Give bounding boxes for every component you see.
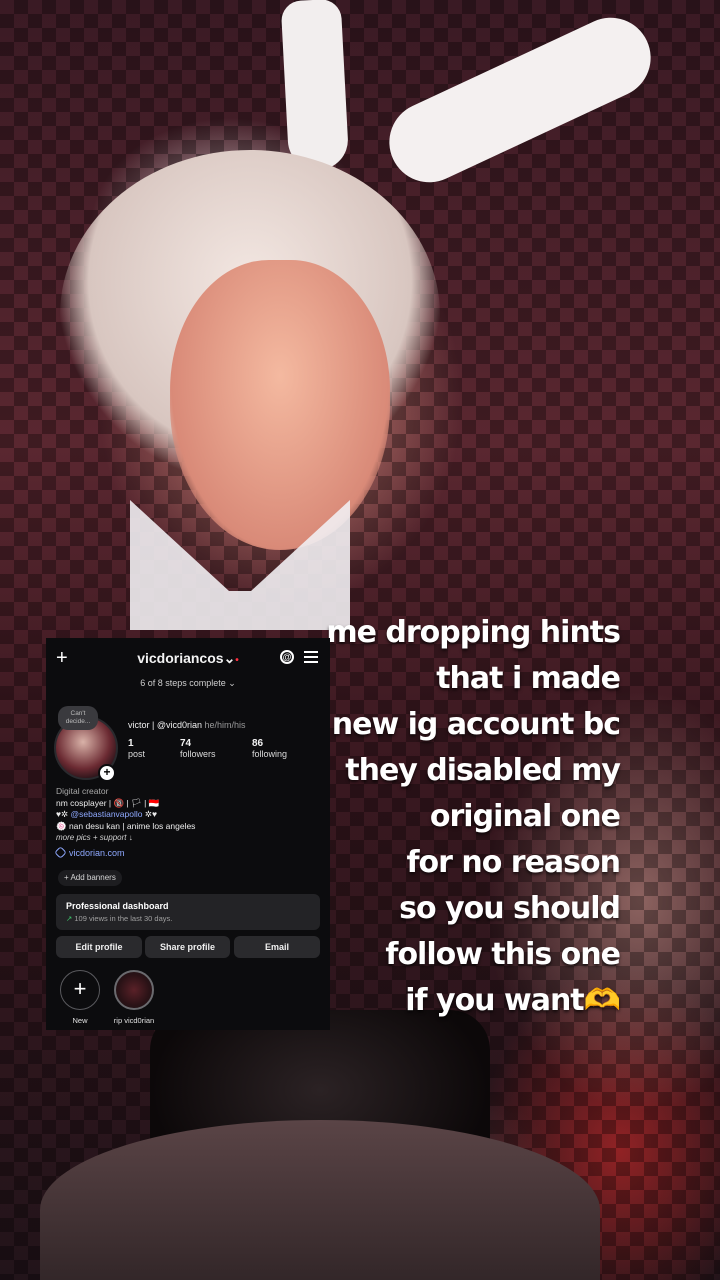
website-link[interactable]: vicdorian.com [54, 846, 125, 859]
highlight-label: rip vicd0rian [113, 1016, 155, 1025]
add-story-plus-icon[interactable]: + [98, 764, 116, 782]
posts-count: 1 [128, 738, 134, 749]
profile-header: + vicdoriancos⌄• @ [46, 646, 330, 672]
chevron-down-icon: ⌄ [223, 650, 236, 666]
note-bubble[interactable]: Can't decide... [58, 706, 98, 730]
followers-count: 74 [180, 738, 192, 749]
instagram-profile-screenshot: + vicdoriancos⌄• @ 6 of 8 steps complete… [46, 638, 330, 1030]
highlight-label: New [72, 1016, 88, 1025]
website-url: vicdorian.com [69, 848, 125, 858]
bio-line: ♥✲ @sebastianvapollo ✲♥ [56, 809, 322, 821]
bunny-ear-left [280, 0, 350, 172]
following-label: following [252, 749, 288, 759]
hamburger-menu-icon[interactable] [304, 651, 318, 666]
bio-line: nm cosplayer | 🔞 | 🏳 | 🇮🇩 [56, 797, 160, 808]
highlight-rip[interactable]: rip vicd0rian [112, 970, 156, 1025]
plus-icon: + [60, 970, 100, 1010]
bio-mention-link[interactable]: @sebastianvapollo [71, 809, 143, 819]
dashboard-views: 109 views in the last 30 days. [74, 914, 173, 923]
posts-label: post [128, 749, 146, 759]
profile-bio: Digital creator nm cosplayer | 🔞 | 🏳 | 🇮… [56, 786, 322, 844]
following-count: 86 [252, 738, 264, 749]
email-button[interactable]: Email [234, 936, 320, 958]
share-profile-button[interactable]: Share profile [145, 936, 230, 958]
add-banners-button[interactable]: + Add banners [58, 870, 122, 886]
bio-text: ✲♥ [142, 809, 158, 819]
username: vicdoriancos [137, 650, 224, 666]
dashboard-title: Professional dashboard [66, 901, 169, 911]
edit-profile-button[interactable]: Edit profile [56, 936, 142, 958]
bio-line: 🍥 nan desu kan | anime los angeles [56, 820, 196, 831]
link-icon [54, 846, 67, 859]
highlight-cover [114, 970, 154, 1010]
trend-up-icon: ↗ [66, 914, 73, 923]
followers-label: followers [180, 749, 216, 759]
highlight-new[interactable]: + New [58, 970, 102, 1025]
threads-icon[interactable]: @ [280, 650, 294, 664]
bio-text: ♥✲ [56, 809, 71, 819]
professional-dashboard[interactable]: Professional dashboard ↗ 109 views in th… [56, 894, 320, 930]
pronouns: he/him/his [204, 720, 246, 730]
stat-following[interactable]: 86 following [252, 738, 287, 759]
stat-posts[interactable]: 1 post [128, 738, 145, 759]
bio-line: more pics + support ↓ [56, 833, 133, 842]
notification-dot: • [235, 655, 239, 666]
dashboard-subtitle: ↗ 109 views in the last 30 days. [66, 914, 172, 923]
stat-followers[interactable]: 74 followers [180, 738, 216, 759]
display-name-row: victor | @vicd0rian he/him/his [128, 720, 246, 730]
face [170, 260, 390, 550]
setup-steps[interactable]: 6 of 8 steps complete ⌄ [46, 678, 330, 689]
category-label: Digital creator [56, 786, 109, 796]
display-name: victor | @vicd0rian [128, 720, 202, 730]
